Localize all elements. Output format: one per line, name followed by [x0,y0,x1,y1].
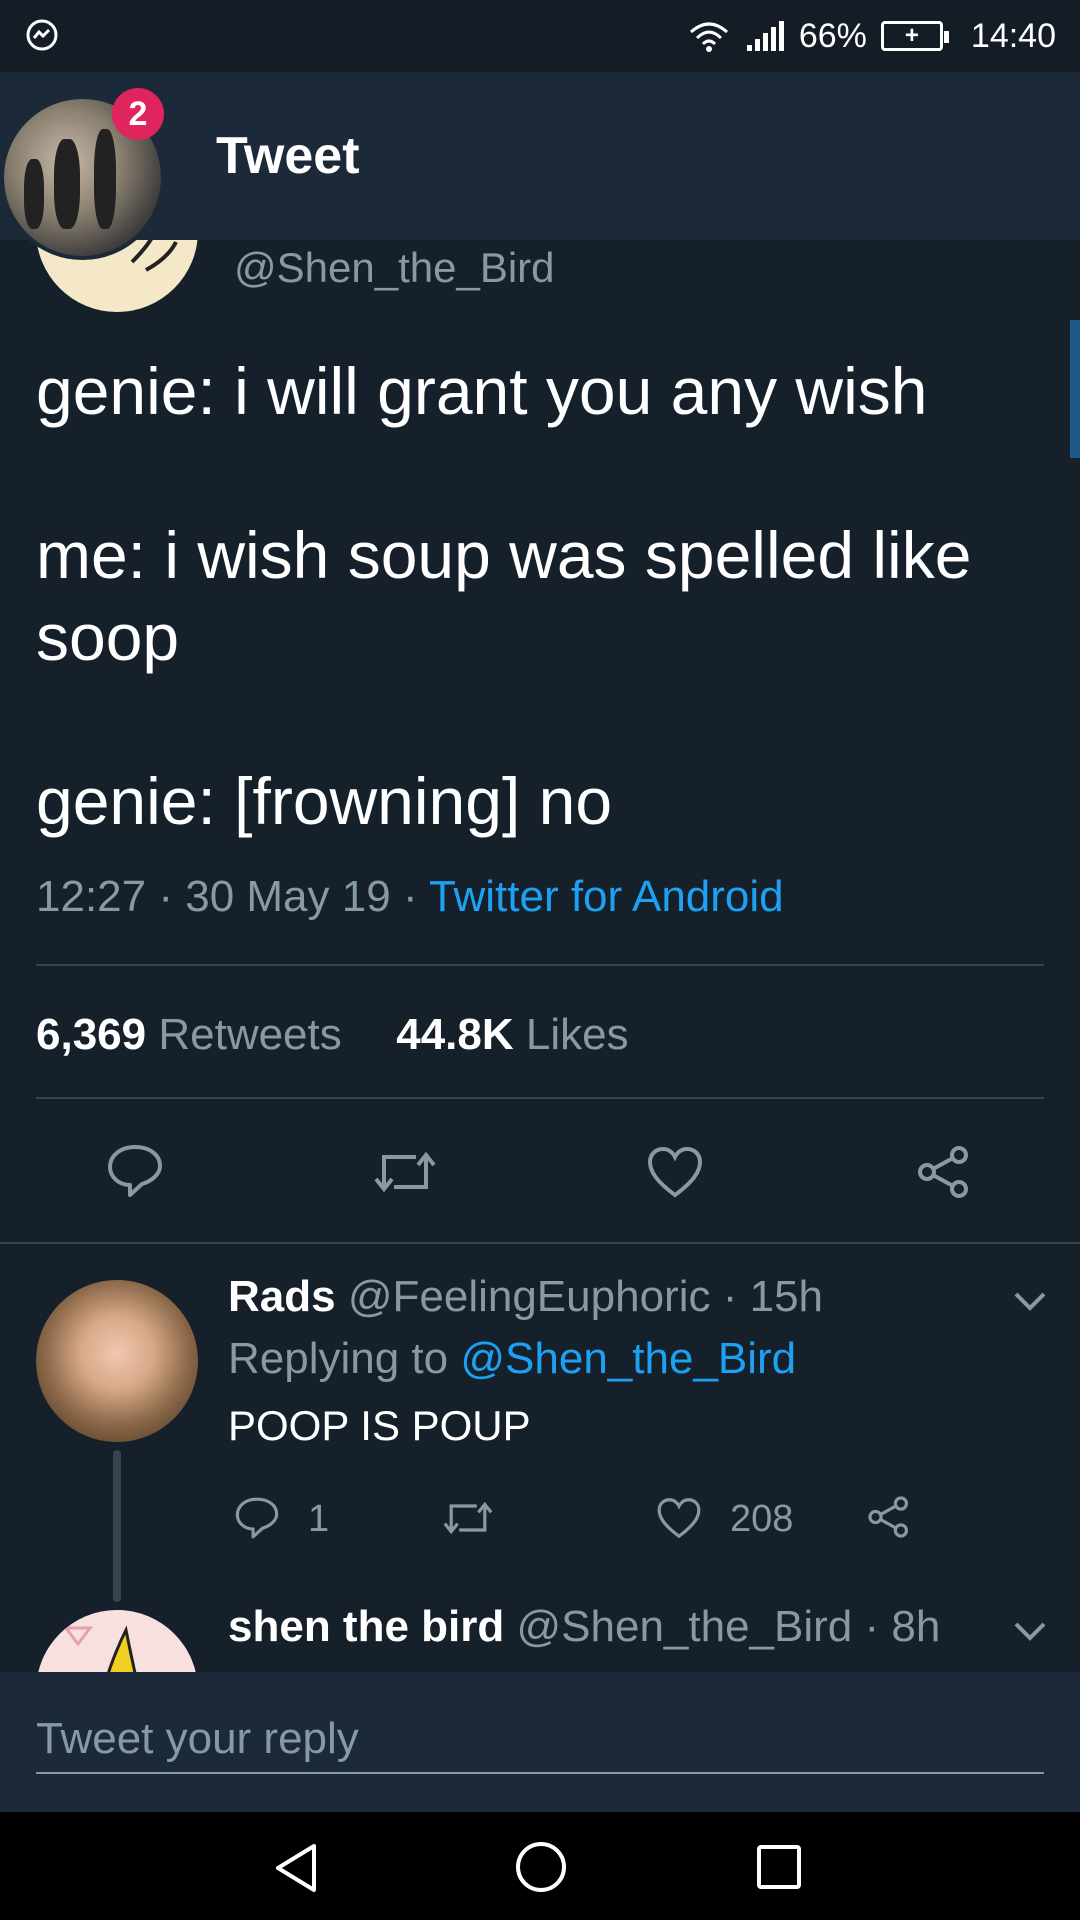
replying-to-label: Replying to [228,1334,449,1383]
separator-dot: · [158,872,186,921]
reply-author-name[interactable]: Rads [228,1272,336,1321]
like-count: 208 [730,1498,794,1540]
battery-percent: 66% [798,16,867,55]
reply-age: 15h [749,1272,824,1321]
signal-icon [746,21,784,51]
clock: 14:40 [970,16,1056,55]
reply-avatar[interactable] [36,1280,198,1442]
wifi-icon [689,22,728,52]
retweets-label: Retweets [158,1010,342,1059]
reply-author-handle[interactable]: @FeelingEuphoric [348,1272,711,1321]
next-reply-author-name[interactable]: shen the bird [228,1602,504,1651]
retweet-icon[interactable] [370,1147,440,1197]
reply-text: POOP IS POUP [228,1402,531,1449]
next-reply-author-handle[interactable]: @Shen_the_Bird [516,1602,852,1651]
reply-input[interactable] [36,1706,1044,1774]
reply-header: Rads @FeelingEuphoric · 15h [228,1272,823,1322]
heart-icon[interactable] [656,1496,702,1540]
tweet-time: 12:27 [36,872,147,921]
chevron-down-icon[interactable] [1012,1620,1048,1644]
replying-to: Replying to @Shen_the_Bird [228,1334,796,1384]
retweet-icon[interactable] [440,1498,496,1538]
likes-stat[interactable]: 44.8K Likes [396,1010,628,1059]
next-reply-age: 8h [891,1602,941,1651]
status-bar: 66% + 14:40 [0,0,1080,72]
separator-dot: · [402,872,430,921]
reply-action-bar: 1 208 [228,1488,1028,1548]
chevron-down-icon[interactable] [1012,1290,1048,1314]
tweet-stats: 6,369 Retweets 44.8K Likes [36,1010,629,1060]
share-icon[interactable] [915,1143,973,1201]
reply-count: 1 [308,1498,330,1540]
back-icon[interactable] [272,1842,322,1894]
battery-icon: + [880,21,949,51]
notification-badge: 2 [112,88,164,140]
page-title: Tweet [216,127,360,185]
tweet-action-bar [0,1135,1080,1205]
separator-dot: · [722,1272,750,1321]
recents-icon[interactable] [756,1844,802,1890]
heart-icon[interactable] [646,1145,704,1199]
share-icon[interactable] [866,1494,912,1540]
thread-line [113,1450,121,1602]
divider [36,964,1044,966]
system-nav-bar [0,1812,1080,1920]
tweet-meta: 12:27 · 30 May 19 · Twitter for Android [36,872,784,922]
retweets-stat[interactable]: 6,369 Retweets [36,1010,342,1059]
next-reply-header: shen the bird @Shen_the_Bird · 8h [228,1602,940,1652]
tweet-text: genie: i will grant you any wish me: i w… [36,354,972,838]
separator-dot: · [864,1602,892,1651]
reply-icon[interactable] [234,1496,280,1540]
likes-count: 44.8K [396,1010,514,1059]
compose-reply-bar [0,1672,1080,1812]
reply-icon[interactable] [106,1143,164,1199]
section-divider [0,1242,1080,1244]
home-icon[interactable] [514,1840,568,1894]
replying-to-handle[interactable]: @Shen_the_Bird [460,1334,796,1383]
likes-label: Likes [525,1010,629,1059]
tweet-source-link[interactable]: Twitter for Android [429,872,784,921]
scroll-indicator[interactable] [1070,320,1080,458]
author-handle[interactable]: @Shen_the_Bird [234,244,555,292]
messenger-icon [26,19,58,51]
divider [36,1097,1044,1099]
tweet-date: 30 May 19 [185,872,391,921]
retweets-count: 6,369 [36,1010,147,1059]
